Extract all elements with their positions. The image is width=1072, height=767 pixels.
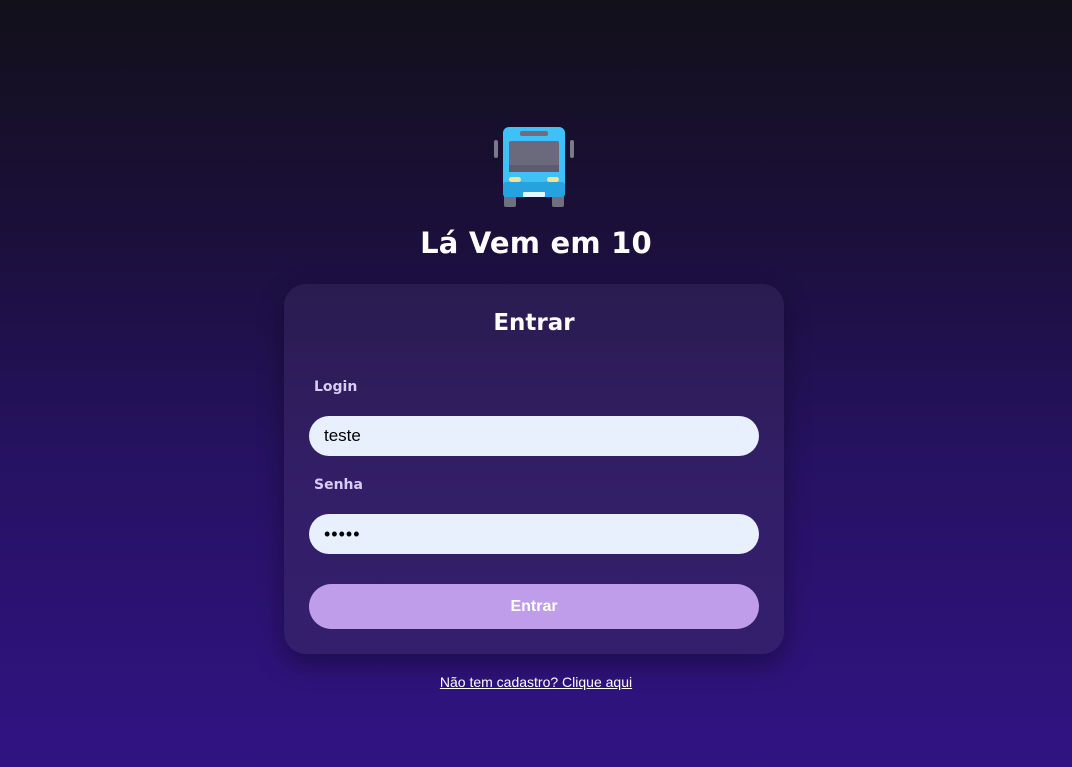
login-card-title: Entrar — [493, 310, 575, 336]
bus-icon — [494, 127, 574, 207]
signup-link[interactable]: Não tem cadastro? Clique aqui — [440, 674, 632, 690]
app-title: Lá Vem em 10 — [420, 226, 652, 260]
signup-link-container: Não tem cadastro? Clique aqui — [0, 674, 1072, 690]
password-input[interactable] — [309, 514, 759, 554]
password-label: Senha — [314, 477, 363, 493]
login-label: Login — [314, 379, 358, 395]
login-card: Entrar Login Senha Entrar — [284, 284, 784, 654]
login-input[interactable] — [309, 416, 759, 456]
submit-button[interactable]: Entrar — [309, 584, 759, 629]
